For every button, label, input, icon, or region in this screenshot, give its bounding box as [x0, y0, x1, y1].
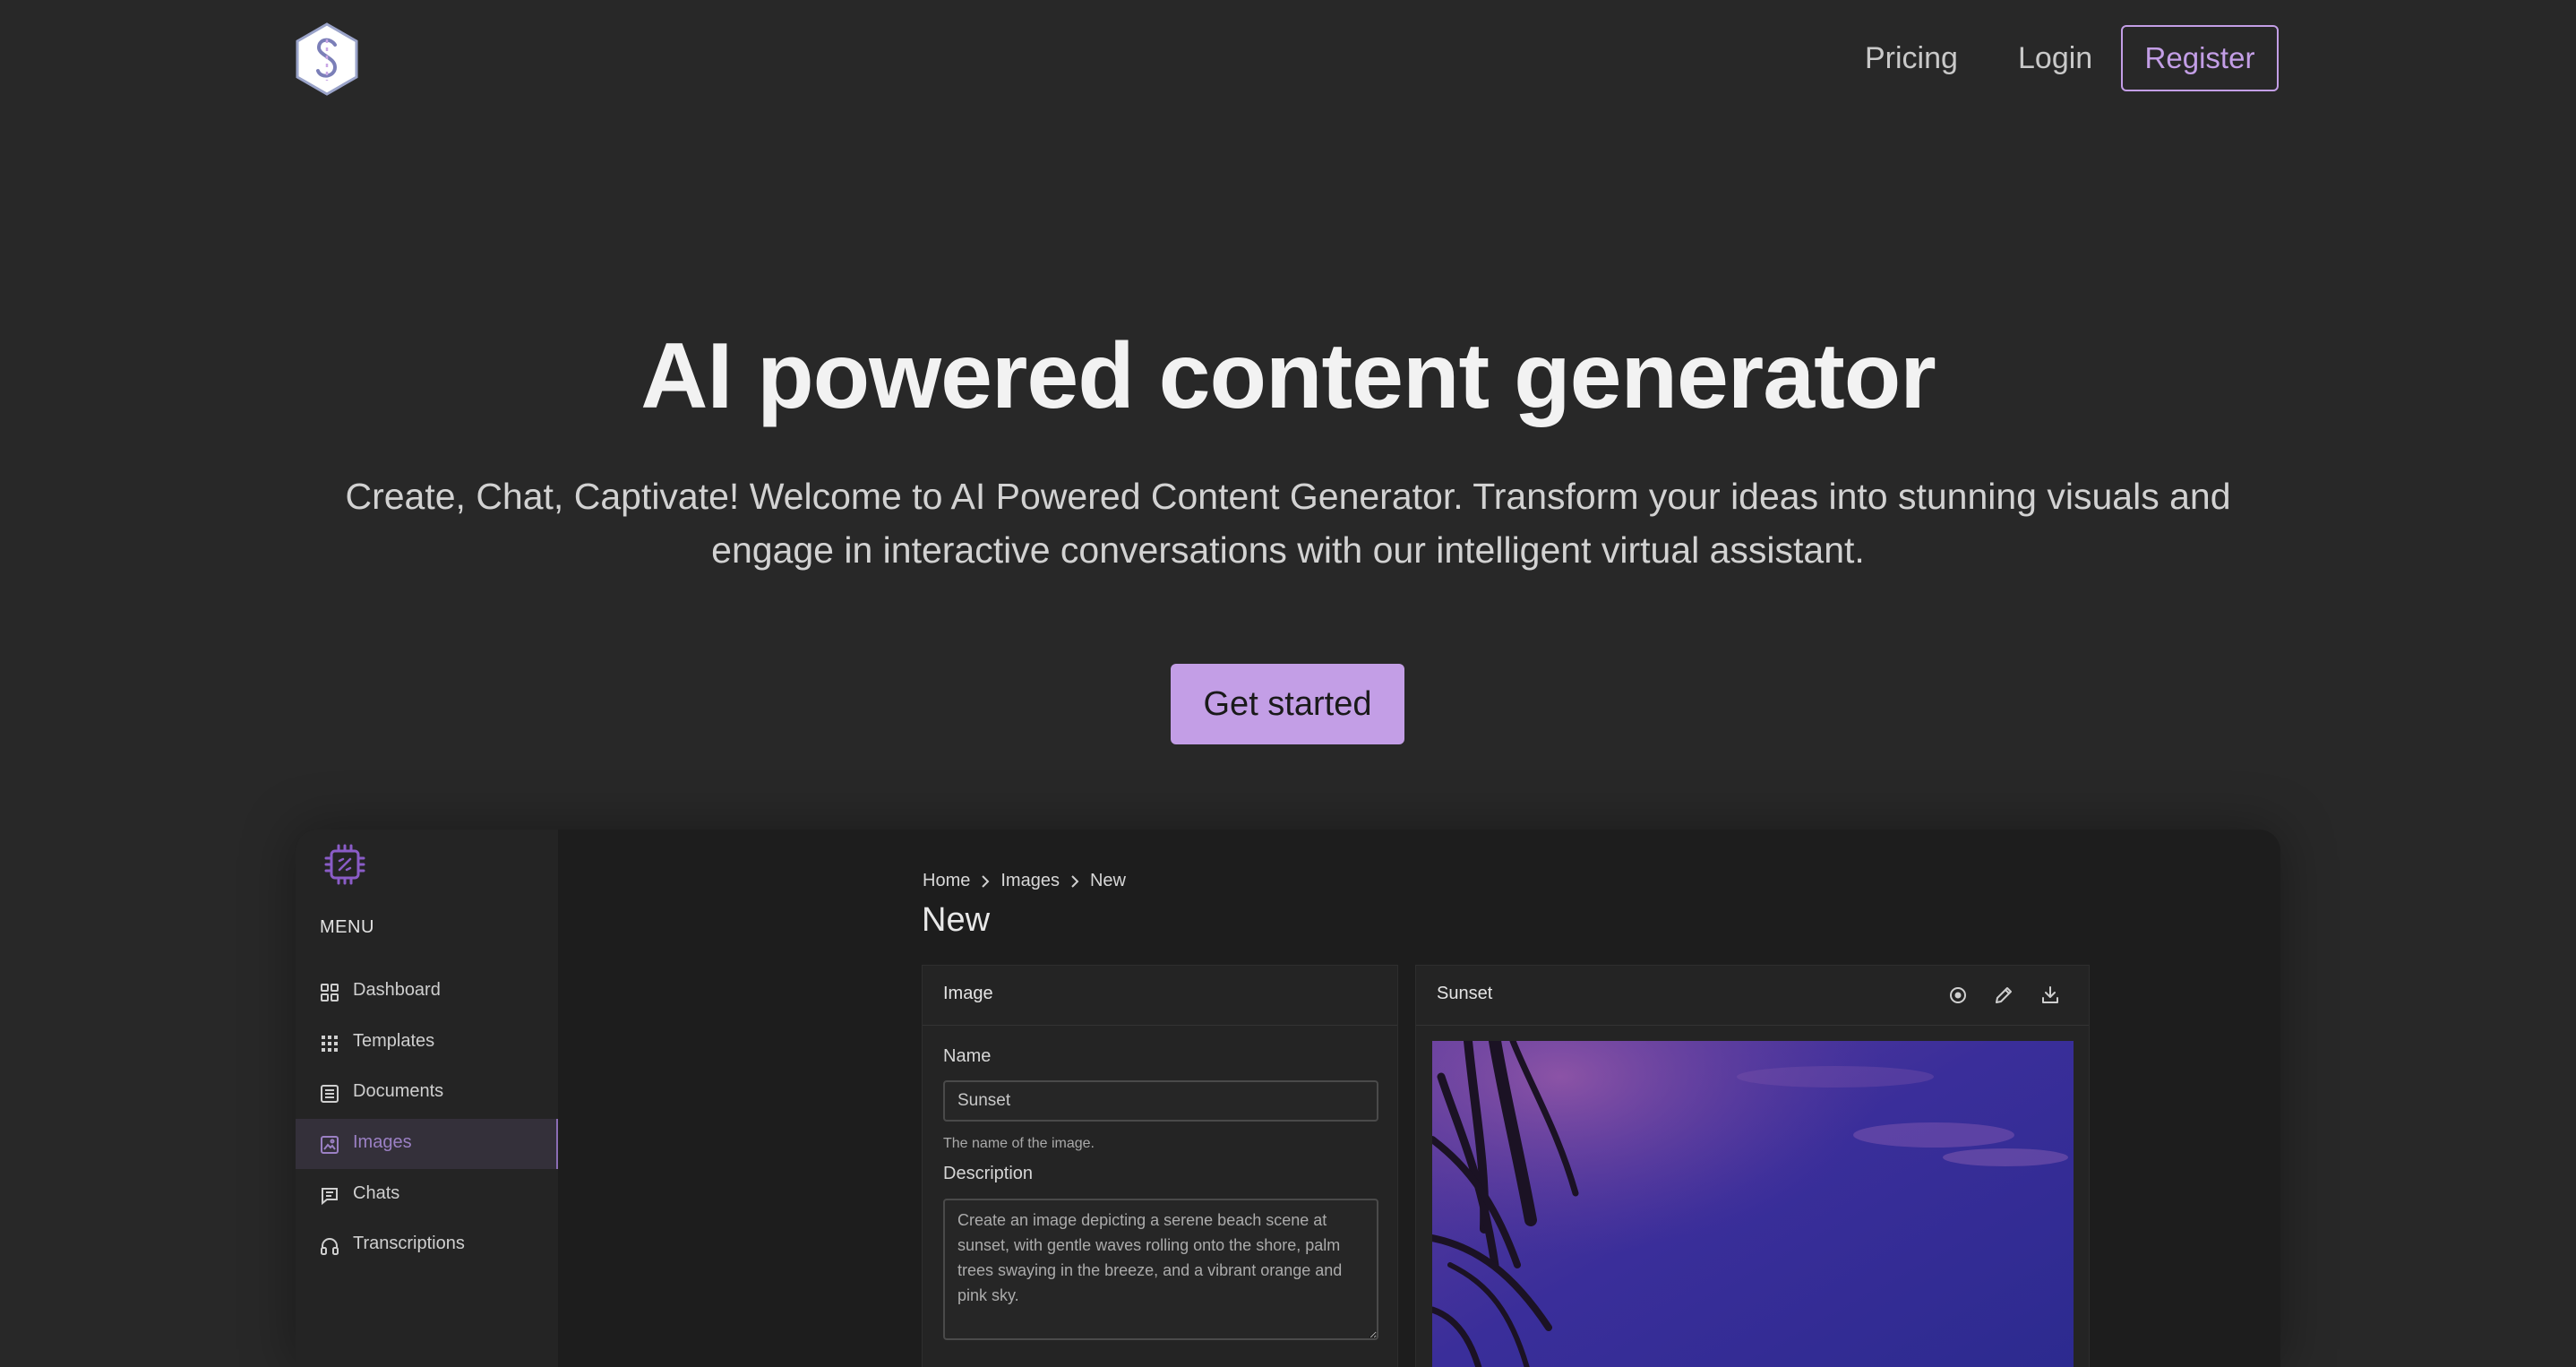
get-started-button[interactable]: Get started	[1171, 664, 1404, 744]
hero-subtitle-line-2: engage in interactive conversations with…	[711, 529, 1865, 571]
documents-icon	[321, 1085, 339, 1103]
chevron-right-icon	[982, 874, 990, 888]
headphones-icon	[321, 1238, 339, 1255]
chip-logo-icon[interactable]	[322, 842, 367, 887]
hero-subtitle-line-1: Create, Chat, Captivate! Welcome to AI P…	[345, 476, 2231, 517]
breadcrumb: Home Images New	[923, 871, 1126, 891]
card-header: Sunset	[1416, 966, 2089, 1026]
image-form-card: Image Name The name of the image. Descri…	[922, 965, 1398, 1367]
name-label: Name	[943, 1046, 992, 1066]
sidebar-item-templates[interactable]: Templates	[296, 1018, 558, 1068]
sidebar-item-label: Transcriptions	[353, 1234, 465, 1253]
name-input[interactable]	[943, 1080, 1378, 1122]
nav-login-link[interactable]: Login	[2018, 36, 2092, 81]
register-button[interactable]: Register	[2121, 25, 2279, 91]
chats-icon	[322, 1188, 338, 1206]
images-icon	[321, 1136, 339, 1154]
generated-sunset-image	[1432, 1041, 2074, 1367]
menu-heading: MENU	[320, 917, 374, 937]
app-preview: MENU Dashboard Templates Documents Image…	[296, 830, 2280, 1367]
image-result-card: Sunset	[1415, 965, 2090, 1367]
hero-subtitle: Create, Chat, Captivate! Welcome to AI P…	[296, 469, 2280, 577]
hero-title: AI powered content generator	[640, 324, 1936, 428]
sidebar-item-transcriptions[interactable]: Transcriptions	[296, 1220, 558, 1270]
sidebar-item-chats[interactable]: Chats	[296, 1170, 558, 1220]
sidebar-item-documents[interactable]: Documents	[296, 1068, 558, 1118]
edit-icon[interactable]	[1993, 984, 2014, 1006]
templates-icon	[322, 1036, 338, 1052]
breadcrumb-home[interactable]: Home	[923, 871, 970, 891]
sidebar-item-images[interactable]: Images	[296, 1119, 558, 1169]
description-label: Description	[943, 1164, 1034, 1183]
sidebar-item-label: Dashboard	[353, 980, 441, 1000]
dashboard-icon	[321, 984, 339, 1002]
card-header: Image	[923, 966, 1397, 1026]
page-title: New	[922, 901, 991, 939]
sidebar-item-label: Documents	[353, 1081, 444, 1101]
sidebar-item-label: Images	[353, 1132, 412, 1152]
sidebar-item-label: Chats	[353, 1183, 400, 1203]
sidebar-item-label: Templates	[353, 1031, 435, 1051]
brand-logo-icon[interactable]	[294, 21, 360, 97]
top-nav: Pricing Login Register	[0, 0, 2576, 118]
name-help-text: The name of the image.	[943, 1136, 1095, 1151]
description-textarea[interactable]: Create an image depicting a serene beach…	[943, 1199, 1378, 1340]
nav-pricing-link[interactable]: Pricing	[1865, 36, 1958, 81]
breadcrumb-images[interactable]: Images	[1000, 871, 1060, 891]
breadcrumb-new: New	[1089, 871, 1126, 890]
card-title: Image	[943, 984, 993, 1003]
sidebar-item-dashboard[interactable]: Dashboard	[296, 967, 558, 1017]
card-title: Sunset	[1437, 984, 1493, 1003]
view-icon[interactable]	[1947, 984, 1969, 1006]
download-icon[interactable]	[2039, 984, 2061, 1006]
app-sidebar: MENU Dashboard Templates Documents Image…	[296, 830, 558, 1367]
chevron-right-icon	[1071, 874, 1079, 888]
